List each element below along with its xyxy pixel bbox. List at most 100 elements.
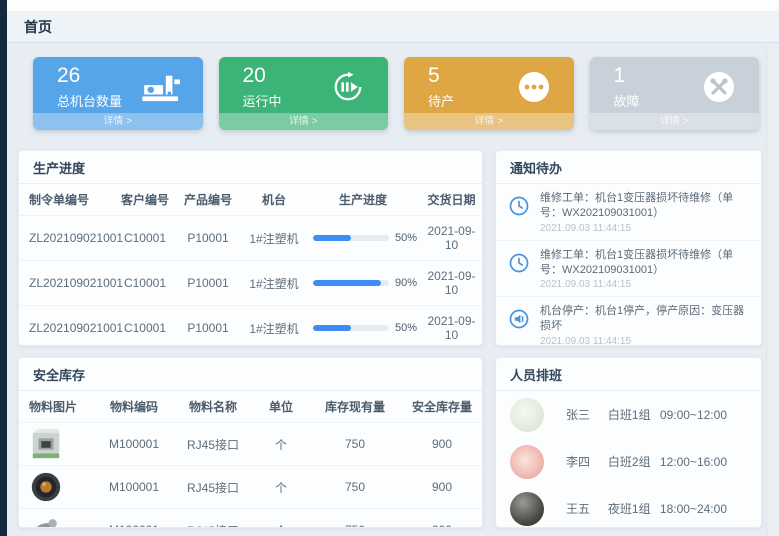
- column-header: 库存现有量: [310, 391, 400, 423]
- detail-link[interactable]: 详情 >: [404, 113, 574, 130]
- panel-title: 通知待办: [496, 151, 761, 184]
- stat-card-text: 20 运行中: [243, 64, 282, 109]
- progress-bar: [313, 280, 389, 286]
- person-time-range: 12:00~16:00: [660, 455, 747, 469]
- product-no: P10001: [175, 216, 241, 261]
- stat-card-running: 20 运行中 详情 >: [219, 57, 389, 130]
- machine: 1#注塑机: [241, 306, 307, 347]
- stat-card-body: 5 待产: [404, 57, 574, 113]
- stat-card-body: 26 总机台数量: [33, 57, 203, 113]
- customer-no: C10001: [115, 306, 175, 347]
- person-time-range: 18:00~24:00: [660, 502, 747, 516]
- stat-label: 总机台数量: [57, 91, 122, 110]
- order-no: ZL202109021001: [19, 216, 115, 261]
- delivery-date: 2021-09-10: [419, 261, 483, 306]
- person-shift: 白班1组: [608, 406, 660, 423]
- notification-time: 2021.09.03 11:44:15: [540, 223, 749, 234]
- tab-home[interactable]: 首页: [24, 17, 52, 37]
- material-code: M100001: [94, 509, 174, 529]
- product-no: P10001: [175, 261, 241, 306]
- person-shift: 白班2组: [608, 453, 660, 470]
- detail-link[interactable]: 详情 >: [33, 113, 203, 130]
- rj45-connector-image: [29, 427, 63, 461]
- stat-card-body: 20 运行中: [219, 57, 389, 113]
- column-header: 制令单编号: [19, 184, 115, 216]
- notifications-panel: 通知待办 维修工单：机台1变压器损坏待维修（单号：WX202109031001）…: [495, 150, 762, 346]
- notification-body: 维修工单：机台1变压器损坏待维修（单号：WX202109031001） 2021…: [540, 248, 749, 291]
- table-row: M100001 RJ45接口 个 750 900: [19, 509, 483, 529]
- vertical-scrollbar[interactable]: [766, 44, 779, 536]
- personnel-row: 王五 夜班1组 18:00~24:00: [496, 485, 761, 528]
- stat-card-pending: 5 待产 详情 >: [404, 57, 574, 130]
- round-connector-image: [29, 470, 63, 504]
- progress-bar: [313, 235, 389, 241]
- table-row: ZL202109021001 C10001 P10001 1#注塑机 90% 2…: [19, 261, 483, 306]
- order-no: ZL202109021001: [19, 261, 115, 306]
- notification-body: 维修工单：机台1变压器损坏待维修（单号：WX202109031001） 2021…: [540, 191, 749, 234]
- detail-link[interactable]: 详情 >: [219, 113, 389, 130]
- delivery-date: 2021-09-10: [419, 306, 483, 347]
- safety-qty: 900: [400, 509, 483, 529]
- stat-value: 20: [243, 64, 282, 87]
- progress-cell: 50%: [307, 306, 419, 347]
- detail-link[interactable]: 详情 >: [590, 113, 760, 130]
- stat-card-text: 5 待产: [428, 64, 454, 109]
- personnel-schedule-panel: 人员排班 张三 白班1组 09:00~12:00 李四 白班2组 12:00~1…: [495, 357, 762, 528]
- tab-bar: 首页: [7, 11, 779, 43]
- avatar: [510, 445, 544, 479]
- stat-card-body: 1 故障: [590, 57, 760, 113]
- column-header: 安全库存量: [400, 391, 483, 423]
- stat-label: 待产: [428, 91, 454, 110]
- running-icon: [326, 70, 370, 104]
- progress-bar: [313, 325, 389, 331]
- clock-icon: [508, 191, 532, 234]
- inventory-table: 物料图片 物料编码 物料名称 单位 库存现有量 安全库存量: [19, 391, 483, 528]
- table-row: M100001 RJ45接口 个 750 900: [19, 423, 483, 466]
- panel-title: 安全库存: [19, 358, 482, 391]
- progress-label: 50%: [395, 232, 417, 244]
- notification-item[interactable]: 维修工单：机台1变压器损坏待维修（单号：WX202109031001） 2021…: [496, 241, 761, 298]
- safety-qty: 900: [400, 466, 483, 509]
- machine: 1#注塑机: [241, 216, 307, 261]
- table-header-row: 物料图片 物料编码 物料名称 单位 库存现有量 安全库存量: [19, 391, 483, 423]
- notification-item[interactable]: 维修工单：机台1变压器损坏待维修（单号：WX202109031001） 2021…: [496, 184, 761, 241]
- material-name: RJ45接口: [174, 423, 252, 466]
- unit: 个: [252, 466, 310, 509]
- stat-card-total-machines: 26 总机台数量 详情 >: [33, 57, 203, 130]
- column-header: 客户编号: [115, 184, 175, 216]
- material-name: RJ45接口: [174, 466, 252, 509]
- stock-qty: 750: [310, 423, 400, 466]
- stock-qty: 750: [310, 466, 400, 509]
- machine: 1#注塑机: [241, 261, 307, 306]
- customer-no: C10001: [115, 216, 175, 261]
- top-bar: [7, 0, 779, 11]
- table-header-row: 制令单编号 客户编号 产品编号 机台 生产进度 交货日期: [19, 184, 483, 216]
- clock-icon: [508, 248, 532, 291]
- notification-item[interactable]: 机台停产：机台1停产，停产原因：变压器损坏 2021.09.03 11:44:1…: [496, 297, 761, 346]
- delivery-date: 2021-09-10: [419, 216, 483, 261]
- panel-title: 生产进度: [19, 151, 482, 184]
- safety-qty: 900: [400, 423, 483, 466]
- unit: 个: [252, 423, 310, 466]
- material-name: RJ45接口: [174, 509, 252, 529]
- column-header: 交货日期: [419, 184, 483, 216]
- person-time-range: 09:00~12:00: [660, 408, 747, 422]
- notification-time: 2021.09.03 11:44:15: [540, 279, 749, 290]
- stat-label: 故障: [614, 91, 640, 110]
- stock-qty: 750: [310, 509, 400, 529]
- stat-card-text: 26 总机台数量: [57, 64, 122, 109]
- column-header: 物料图片: [19, 391, 94, 423]
- notification-text: 维修工单：机台1变压器损坏待维修（单号：WX202109031001）: [540, 248, 749, 278]
- column-header: 物料编码: [94, 391, 174, 423]
- progress-label: 90%: [395, 277, 417, 289]
- column-header: 生产进度: [307, 184, 419, 216]
- personnel-row: 张三 白班1组 09:00~12:00: [496, 391, 761, 438]
- column-header: 机台: [241, 184, 307, 216]
- unit: 个: [252, 509, 310, 529]
- column-header: 单位: [252, 391, 310, 423]
- table-row: ZL202109021001 C10001 P10001 1#注塑机 50% 2…: [19, 306, 483, 347]
- machine-icon: [141, 71, 185, 103]
- material-image-cell: [19, 509, 94, 529]
- customer-no: C10001: [115, 261, 175, 306]
- notification-body: 机台停产：机台1停产，停产原因：变压器损坏 2021.09.03 11:44:1…: [540, 304, 749, 346]
